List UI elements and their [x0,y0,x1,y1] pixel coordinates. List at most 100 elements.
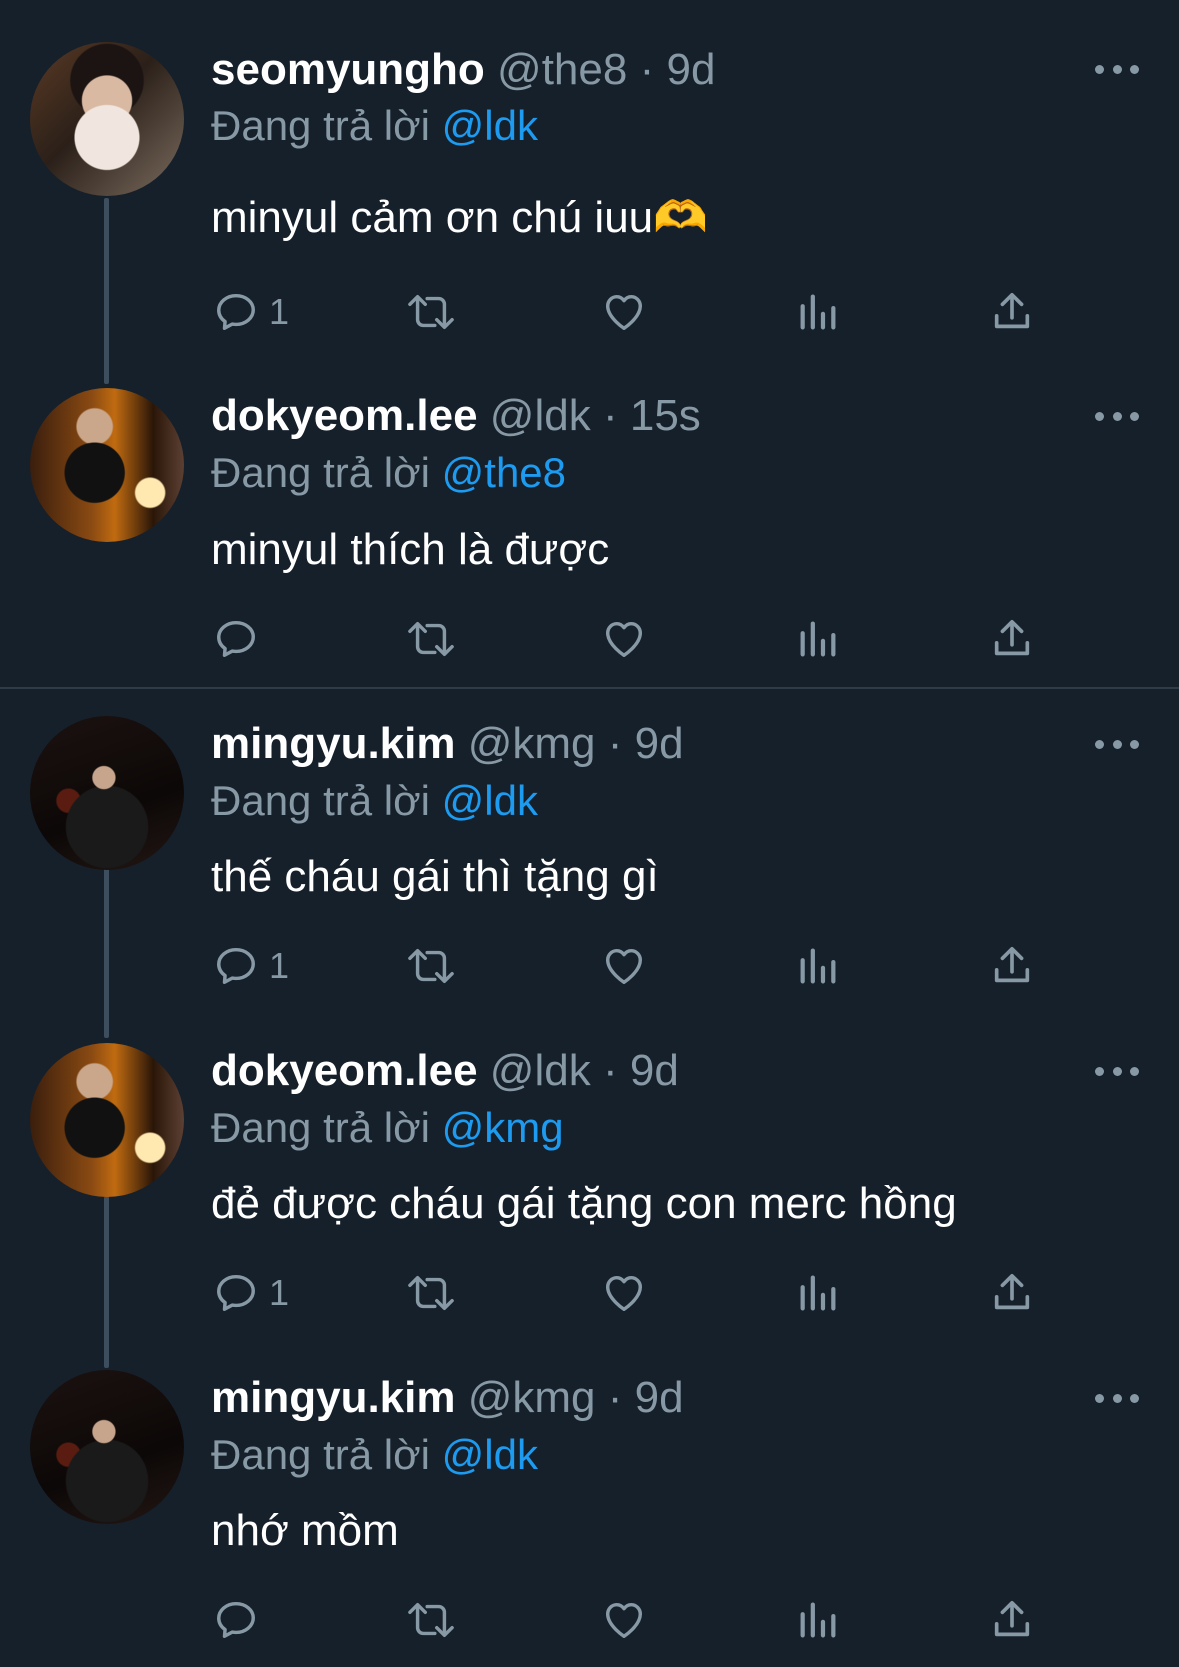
replying-to: Đang trả lời @ldk [211,101,538,151]
section-divider [0,687,1179,689]
tweet-text: đẻ được cháu gái tặng con merc hồng [211,1179,957,1228]
display-name[interactable]: dokyeom.lee [211,391,478,440]
reply-button[interactable] [213,609,259,669]
tweet-text: thế cháu gái thì tặng gì [211,852,659,901]
avatar[interactable] [30,716,184,870]
replying-to: Đang trả lời @ldk [211,776,538,826]
share-button[interactable] [989,936,1035,996]
separator-dot: · [607,719,623,768]
tweet-header: dokyeom.lee @ldk · 15s [211,390,701,442]
reply-count: 1 [269,291,290,332]
like-icon [601,616,647,662]
tweet-text: minyul thích là được [211,525,610,574]
more-icon[interactable] [1095,59,1139,79]
replying-to-label: Đang trả lời [211,449,430,496]
like-icon [601,943,647,989]
tweet-actions: 1 [0,936,1179,996]
reply-button[interactable] [213,1590,259,1650]
views-button[interactable] [795,936,841,996]
display-name[interactable]: mingyu.kim [211,1373,456,1422]
like-button[interactable] [601,1263,647,1323]
views-icon [795,1597,841,1643]
separator-dot: · [639,45,655,94]
reply-count: 1 [269,945,290,986]
views-icon [795,1270,841,1316]
avatar[interactable] [30,388,184,542]
tweet-actions [0,609,1179,669]
user-handle[interactable]: @ldk [490,391,591,440]
retweet-icon [404,616,458,662]
separator-dot: · [602,1046,618,1095]
share-button[interactable] [989,1263,1035,1323]
separator-dot: · [602,391,618,440]
display-name[interactable]: seomyungho [211,45,485,94]
retweet-button[interactable] [404,1590,458,1650]
retweet-button[interactable] [404,936,458,996]
replying-to: Đang trả lời @the8 [211,448,566,498]
timestamp[interactable]: 9d [635,1373,684,1422]
timestamp[interactable]: 9d [635,719,684,768]
mention-link[interactable]: @kmg [442,1104,564,1151]
tweet-actions [0,1590,1179,1650]
user-handle[interactable]: @the8 [497,45,627,94]
retweet-icon [404,1270,458,1316]
replying-to-label: Đang trả lời [211,1431,430,1478]
like-button[interactable] [601,609,647,669]
more-icon[interactable] [1095,406,1139,426]
like-icon [601,1597,647,1643]
tweet-actions: 1 [0,282,1179,342]
timestamp[interactable]: 9d [630,1046,679,1095]
timestamp[interactable]: 9d [666,45,715,94]
avatar[interactable] [30,1370,184,1524]
user-handle[interactable]: @kmg [468,1373,596,1422]
retweet-icon [404,1597,458,1643]
reply-count: 1 [269,1272,290,1313]
retweet-icon [404,289,458,335]
more-icon[interactable] [1095,1061,1139,1081]
more-icon[interactable] [1095,734,1139,754]
like-icon [601,289,647,335]
replying-to-label: Đang trả lời [211,102,430,149]
more-icon[interactable] [1095,1388,1139,1408]
share-button[interactable] [989,1590,1035,1650]
tweet-actions: 1 [0,1263,1179,1323]
reply-icon [213,1270,259,1316]
views-icon [795,616,841,662]
retweet-button[interactable] [404,1263,458,1323]
mention-link[interactable]: @ldk [442,1431,538,1478]
views-button[interactable] [795,609,841,669]
views-button[interactable] [795,1263,841,1323]
like-button[interactable] [601,282,647,342]
tweet-text: minyul cảm ơn chú iuu🫶 [211,193,708,242]
reply-thread: seomyungho @the8 · 9d Đang trả lời @ldk … [0,0,1179,1667]
views-icon [795,943,841,989]
like-button[interactable] [601,936,647,996]
share-button[interactable] [989,609,1035,669]
replying-to-label: Đang trả lời [211,1104,430,1151]
avatar[interactable] [30,1043,184,1197]
tweet-header: mingyu.kim @kmg · 9d [211,1372,684,1424]
reply-button[interactable]: 1 [213,282,289,342]
retweet-button[interactable] [404,609,458,669]
mention-link[interactable]: @the8 [442,449,566,496]
display-name[interactable]: mingyu.kim [211,719,456,768]
mention-link[interactable]: @ldk [442,102,538,149]
views-button[interactable] [795,282,841,342]
like-button[interactable] [601,1590,647,1650]
tweet-header: seomyungho @the8 · 9d [211,44,715,96]
avatar[interactable] [30,42,184,196]
mention-link[interactable]: @ldk [442,777,538,824]
retweet-button[interactable] [404,282,458,342]
timestamp[interactable]: 15s [630,391,701,440]
share-icon [989,943,1035,989]
share-button[interactable] [989,282,1035,342]
reply-button[interactable]: 1 [213,1263,289,1323]
reply-icon [213,943,259,989]
replying-to-label: Đang trả lời [211,777,430,824]
reply-button[interactable]: 1 [213,936,289,996]
user-handle[interactable]: @kmg [468,719,596,768]
views-button[interactable] [795,1590,841,1650]
tweet-text: nhớ mồm [211,1506,399,1555]
display-name[interactable]: dokyeom.lee [211,1046,478,1095]
user-handle[interactable]: @ldk [490,1046,591,1095]
